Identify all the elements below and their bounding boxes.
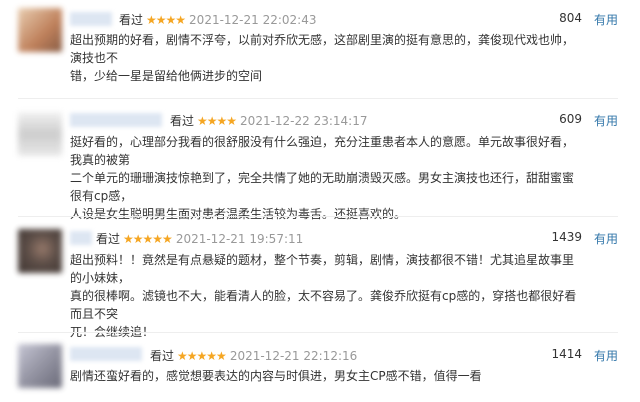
review-line: 人设是女生聪明男生面对患者温柔生活较为毒舌。还挺喜欢的。 xyxy=(70,207,407,221)
vote-count: 1414 xyxy=(551,347,582,361)
review-content: 超出预期的好看，剧情不浮夸，以前对乔欣无感，这部剧里演的挺有意思的，龚俊现代戏也… xyxy=(70,31,585,85)
rating-stars: ★★★★★ xyxy=(123,232,173,246)
watched-label: 看过 xyxy=(119,13,144,27)
review-meta: 看过 ★★★★★ 2021-12-21 22:12:16 xyxy=(150,347,357,364)
review-line: 超出预料！！竟然是有点悬疑的题材，整个节奏，剪辑，剧情，演技都很不错！尤其追星故… xyxy=(70,253,575,285)
review-meta: 看过 ★★★★ 2021-12-22 23:14:17 xyxy=(170,112,368,129)
useful-button[interactable]: 有用 xyxy=(594,347,618,364)
watched-label: 看过 xyxy=(150,349,175,363)
watched-label: 看过 xyxy=(96,232,121,246)
review-date: 2021-12-21 22:02:43 xyxy=(189,13,317,27)
vote-count: 609 xyxy=(559,112,582,126)
avatar[interactable] xyxy=(18,229,62,273)
vote-count: 804 xyxy=(559,11,582,25)
review-content: 剧情还蛮好看的，感觉想要表达的内容与时俱进，男女主CP感不错，值得一看 xyxy=(70,367,585,385)
review-line: 二个单元的珊珊演技惊艳到了，完全共情了她的无助崩溃毁灭感。男女主演技也还行，甜甜… xyxy=(70,171,575,203)
review-meta: 看过 ★★★★★ 2021-12-21 19:57:11 xyxy=(96,230,303,247)
username-blurred[interactable] xyxy=(70,12,112,26)
review-line: 超出预期的好看，剧情不浮夸，以前对乔欣无感，这部剧里演的挺有意思的，龚俊现代戏也… xyxy=(70,33,575,65)
rating-stars: ★★★★ xyxy=(197,114,237,128)
avatar[interactable] xyxy=(18,344,62,388)
username-blurred[interactable] xyxy=(70,113,162,127)
review-date: 2021-12-22 23:14:17 xyxy=(240,114,368,128)
review-line: 挺好看的，心理部分我看的很舒服没有什么强迫，充分注重患者本人的意愿。单元故事很好… xyxy=(70,135,575,167)
divider xyxy=(18,216,618,217)
avatar[interactable] xyxy=(18,8,62,52)
review-line: 剧情还蛮好看的，感觉想要表达的内容与时俱进，男女主CP感不错，值得一看 xyxy=(70,369,482,383)
watched-label: 看过 xyxy=(170,114,195,128)
rating-stars: ★★★★★ xyxy=(177,349,227,363)
useful-button[interactable]: 有用 xyxy=(594,11,618,28)
review-line: 真的很棒啊。滤镜也不大，能看清人的脸，太不容易了。龚俊乔欣挺有cp感的，穿搭也都… xyxy=(70,289,577,321)
divider xyxy=(18,332,618,333)
review-date: 2021-12-21 22:12:16 xyxy=(229,349,358,363)
vote-count: 1439 xyxy=(551,230,582,244)
review-meta: 看过 ★★★★ 2021-12-21 22:02:43 xyxy=(119,11,317,28)
review-content: 挺好看的，心理部分我看的很舒服没有什么强迫，充分注重患者本人的意愿。单元故事很好… xyxy=(70,133,585,223)
review-date: 2021-12-21 19:57:11 xyxy=(175,232,304,246)
review-content: 超出预料！！竟然是有点悬疑的题材，整个节奏，剪辑，剧情，演技都很不错！尤其追星故… xyxy=(70,251,585,341)
divider xyxy=(18,98,618,99)
username-blurred[interactable] xyxy=(70,347,142,361)
username-blurred[interactable] xyxy=(70,231,92,245)
useful-button[interactable]: 有用 xyxy=(594,112,618,129)
review-line: 错，少给一星是留给他俩进步的空间 xyxy=(70,69,263,83)
rating-stars: ★★★★ xyxy=(146,13,186,27)
useful-button[interactable]: 有用 xyxy=(594,230,618,247)
avatar[interactable] xyxy=(18,112,62,156)
